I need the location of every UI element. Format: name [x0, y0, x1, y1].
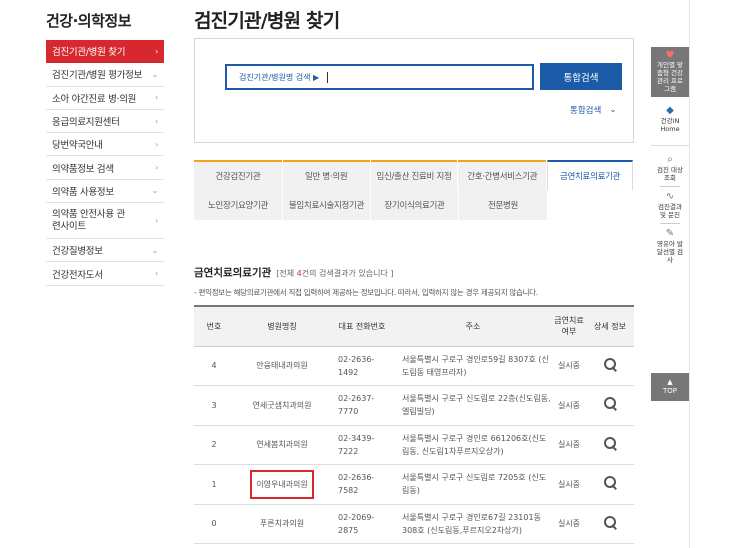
- quick-personal-program[interactable]: ♥ 개인별 맞춤형 건강관리 프로그램: [651, 47, 689, 97]
- search-icon[interactable]: [603, 396, 617, 410]
- table-row: 2 연세봄치과의원 02-3439-7222 서울특별시 구로구 경인로 661…: [194, 425, 634, 465]
- integrated-search-button[interactable]: 통합검색: [540, 63, 622, 90]
- tab-checkup[interactable]: 건강검진기관: [194, 160, 282, 190]
- col-status: 금연치료 여부: [552, 305, 586, 347]
- search-panel: 검진기관/병원명 검색 ▶ 통합검색 통합검색 ⌄: [194, 38, 634, 143]
- col-name: 병원명칭: [234, 305, 330, 347]
- chevron-down-icon: ⌄: [151, 245, 159, 255]
- search-icon: ⌕: [667, 154, 673, 165]
- tab-smoking-cessation[interactable]: 금연치료의료기관: [547, 160, 633, 190]
- chevron-right-icon: ›: [155, 269, 158, 279]
- sidebar-item-evaluation[interactable]: 검진기관/병원 평가정보 ⌄: [46, 63, 164, 87]
- scroll-top-button[interactable]: ▲ TOP: [651, 373, 689, 401]
- sidebar-item-hospital-search[interactable]: 검진기관/병원 찾기 ›: [46, 40, 164, 64]
- results-title: 금연치료의료기관: [194, 267, 272, 279]
- tab-general-hospital[interactable]: 일반 병·의원: [282, 160, 370, 190]
- col-phone: 대표 전화번호: [330, 305, 394, 347]
- table-row: 1 이영우내과의원 02-2636-7582 서울특별시 구로구 신도림로 72…: [194, 464, 634, 505]
- search-icon[interactable]: [603, 515, 617, 529]
- chevron-right-icon: ›: [155, 46, 158, 56]
- quickbar-divider: [689, 0, 690, 548]
- results-table: 번호 병원명칭 대표 전화번호 주소 금연치료 여부 상세 정보 4 안융태내과…: [194, 305, 634, 544]
- hospital-name-link[interactable]: 연세굿샘치과의원: [249, 393, 316, 418]
- results-header: 금연치료의료기관 [전체 4건의 검색결과가 있습니다 ]: [194, 265, 393, 280]
- search-icon[interactable]: [603, 357, 617, 371]
- heart-icon: ♥: [665, 50, 675, 61]
- chevron-right-icon: ›: [155, 116, 158, 126]
- table-row: 3 연세굿샘치과의원 02-2637-7770 서울특별시 구로구 신도림로 2…: [194, 385, 634, 426]
- tab-organ-transplant[interactable]: 장기이식의료기관: [371, 190, 458, 220]
- chevron-down-icon: ⌄: [609, 105, 617, 115]
- quick-health-home[interactable]: ◆ 건강iN Home: [651, 97, 689, 141]
- col-detail: 상세 정보: [586, 305, 634, 347]
- pulse-icon: ∿: [665, 191, 675, 202]
- tab-elderly-care[interactable]: 노인장기요양기관: [194, 190, 282, 220]
- sidebar-item-ebook[interactable]: 건강전자도서 ›: [46, 262, 164, 286]
- sidebar-item-emergency[interactable]: 응급의료지원센터 ›: [46, 110, 164, 134]
- hospital-name-link-highlighted[interactable]: 이영우내과의원: [250, 469, 314, 499]
- search-icon[interactable]: [603, 475, 617, 489]
- chevron-down-icon: ⌄: [151, 186, 159, 196]
- quick-checkup-results[interactable]: ∿ 검진결과 및 문진: [651, 191, 689, 219]
- sidebar-title: 건강·의학정보: [46, 12, 132, 30]
- chevron-right-icon: ›: [155, 93, 158, 103]
- sidebar-item-drug-usage[interactable]: 의약품 사용정보 ⌄: [46, 180, 164, 204]
- tab-nursing[interactable]: 간호·간병서비스기관: [458, 160, 547, 190]
- tab-infertility[interactable]: 불임치료시술지정기관: [283, 190, 370, 220]
- search-option-select[interactable]: 통합검색 ⌄: [570, 104, 617, 116]
- search-input[interactable]: 검진기관/병원명 검색 ▶: [225, 64, 534, 90]
- table-row: 0 푸른치과의원 02-2069-2875 서울특별시 구로구 경인로67길 2…: [194, 504, 634, 544]
- health-in-logo-icon: ◆: [666, 105, 674, 116]
- quick-separator: [660, 186, 680, 187]
- hospital-name-link[interactable]: 안융태내과의원: [252, 353, 312, 378]
- tab-specialty-hospital[interactable]: 전문병원: [459, 190, 547, 220]
- sidebar-menu: 검진기관/병원 찾기 › 검진기관/병원 평가정보 ⌄ 소아 야간진료 병·의원 › …: [46, 40, 164, 286]
- chevron-right-icon: ›: [155, 163, 158, 173]
- search-icon[interactable]: [603, 436, 617, 450]
- quick-menu: ♥ 개인별 맞춤형 건강관리 프로그램 ◆ 건강iN Home ⌕ 검진 대상조…: [651, 47, 689, 264]
- chevron-right-icon: ›: [155, 215, 158, 225]
- text-cursor: [327, 71, 329, 83]
- results-notice: - 편익정보는 해당의료기관에서 직접 입력하여 제공하는 정보입니다. 따라서…: [194, 288, 538, 297]
- sidebar-item-pharmacy[interactable]: 당번약국안내 ›: [46, 133, 164, 157]
- quick-divider: [651, 145, 689, 146]
- col-address: 주소: [394, 305, 552, 347]
- chevron-down-icon: ⌄: [151, 69, 159, 79]
- sidebar-item-disease-info[interactable]: 건강질병정보 ⌄: [46, 239, 164, 263]
- col-no: 번호: [194, 305, 234, 347]
- sidebar-item-drug-safety[interactable]: 의약품 안전사용 관련사이트 ›: [46, 203, 164, 240]
- chevron-right-icon: ›: [155, 139, 158, 149]
- table-row: 4 안융태내과의원 02-2636-1492 서울특별시 구로구 경인로59길 …: [194, 346, 634, 386]
- results-count: [전체 4건의 검색결과가 있습니다 ]: [276, 269, 394, 278]
- quick-checkup-lookup[interactable]: ⌕ 검진 대상조회: [651, 150, 689, 182]
- quick-child-development[interactable]: ✎ 영유아 발달선별 검사: [651, 228, 689, 264]
- hospital-name-link[interactable]: 푸른치과의원: [256, 511, 308, 536]
- sidebar-item-drug-search[interactable]: 의약품정보 검색 ›: [46, 156, 164, 180]
- category-tabs: 건강검진기관 일반 병·의원 임신/출산 진료비 지정 간호·간병서비스기관 금…: [194, 160, 634, 220]
- page-title: 검진기관/병원 찾기: [194, 10, 340, 32]
- quick-separator: [660, 223, 680, 224]
- tab-pregnancy[interactable]: 임신/출산 진료비 지정: [370, 160, 458, 190]
- sidebar-item-pediatric-night[interactable]: 소아 야간진료 병·의원 ›: [46, 87, 164, 110]
- caret-up-icon: ▲: [667, 378, 673, 386]
- hospital-name-link[interactable]: 연세봄치과의원: [252, 432, 312, 457]
- pencil-icon: ✎: [665, 228, 675, 239]
- table-header-row: 번호 병원명칭 대표 전화번호 주소 금연치료 여부 상세 정보: [194, 305, 634, 347]
